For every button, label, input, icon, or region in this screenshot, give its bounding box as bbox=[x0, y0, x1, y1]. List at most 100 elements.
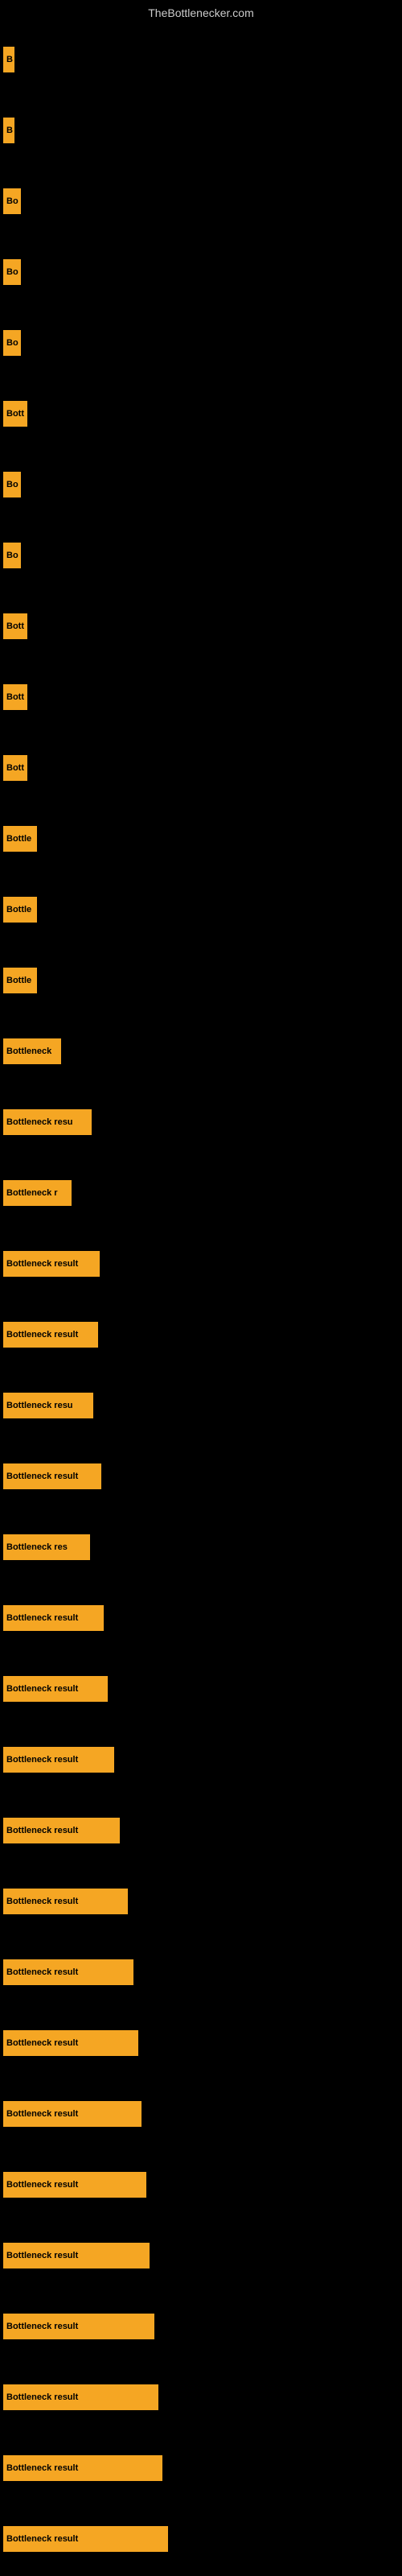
bar-item: Bott bbox=[3, 755, 27, 781]
bar-item: Bott bbox=[3, 613, 27, 639]
bar-row: Bottleneck result bbox=[3, 1299, 402, 1370]
bar-row: Bottleneck result bbox=[3, 1724, 402, 1795]
bar-label: Bo bbox=[6, 480, 18, 489]
bar-item: Bottleneck result bbox=[3, 1818, 120, 1843]
bar-item: Bo bbox=[3, 259, 21, 285]
bar-row: Bottleneck result bbox=[3, 2362, 402, 2433]
bar-label: Bottleneck result bbox=[6, 2534, 78, 2544]
bar-row: B bbox=[3, 24, 402, 95]
bar-row: Bottleneck result bbox=[3, 1937, 402, 2008]
bar-label: Bottleneck resu bbox=[6, 1117, 73, 1127]
bar-item: Bottle bbox=[3, 826, 37, 852]
bar-item: Bottleneck resu bbox=[3, 1109, 92, 1135]
bar-label: Bo bbox=[6, 338, 18, 348]
bar-label: Bottleneck result bbox=[6, 1684, 78, 1694]
bar-label: Bottleneck result bbox=[6, 2392, 78, 2402]
bar-row: Bottleneck result bbox=[3, 2291, 402, 2362]
bar-row: Bottleneck result bbox=[3, 1653, 402, 1724]
bar-row: Bottleneck result bbox=[3, 2079, 402, 2149]
bar-item: Bottleneck result bbox=[3, 2172, 146, 2198]
bar-label: Bott bbox=[6, 621, 24, 631]
bar-row: Bott bbox=[3, 378, 402, 449]
bar-row: Bottleneck result bbox=[3, 2504, 402, 2574]
bar-item: Bottle bbox=[3, 897, 37, 923]
bar-item: Bottleneck result bbox=[3, 1251, 100, 1277]
bar-item: Bottleneck result bbox=[3, 1463, 101, 1489]
bar-item: Bottleneck result bbox=[3, 2101, 142, 2127]
bar-label: Bottleneck result bbox=[6, 1967, 78, 1977]
bar-label: B bbox=[6, 55, 13, 64]
bar-row: Bottleneck result bbox=[3, 1441, 402, 1512]
bar-label: Bottleneck result bbox=[6, 1755, 78, 1765]
bar-row: Bo bbox=[3, 237, 402, 308]
bar-row: Bo bbox=[3, 166, 402, 237]
bar-label: Bottleneck result bbox=[6, 1826, 78, 1835]
bar-item: B bbox=[3, 47, 14, 72]
bar-item: Bottleneck bbox=[3, 1038, 61, 1064]
bar-label: Bottleneck result bbox=[6, 2038, 78, 2048]
bar-label: Bottle bbox=[6, 834, 31, 844]
bar-row: Bottleneck result bbox=[3, 2008, 402, 2079]
bar-label: Bottleneck result bbox=[6, 2251, 78, 2260]
bar-row: Bott bbox=[3, 733, 402, 803]
bar-item: Bottleneck result bbox=[3, 2314, 154, 2339]
bar-item: B bbox=[3, 118, 14, 143]
bar-label: Bottleneck resu bbox=[6, 1401, 73, 1410]
bar-row: Bottle bbox=[3, 874, 402, 945]
bar-item: Bottleneck r bbox=[3, 1180, 72, 1206]
bar-label: Bottleneck bbox=[6, 1046, 51, 1056]
bar-item: Bottleneck resu bbox=[3, 1393, 93, 1418]
bar-item: Bottleneck result bbox=[3, 1322, 98, 1348]
bar-row: Bo bbox=[3, 520, 402, 591]
bar-row: Bottleneck bbox=[3, 1016, 402, 1087]
bar-label: Bottleneck result bbox=[6, 1613, 78, 1623]
bar-row: Bottleneck r bbox=[3, 1158, 402, 1228]
bar-label: Bott bbox=[6, 692, 24, 702]
bar-item: Bottleneck result bbox=[3, 1959, 133, 1985]
bar-label: Bottleneck res bbox=[6, 1542, 68, 1552]
bar-item: Bottleneck result bbox=[3, 2030, 138, 2056]
bar-item: Bottleneck result bbox=[3, 1889, 128, 1914]
bar-label: Bottleneck result bbox=[6, 2463, 78, 2473]
bar-item: Bottleneck result bbox=[3, 2384, 158, 2410]
bar-label: Bottleneck result bbox=[6, 1472, 78, 1481]
bar-row: Bo bbox=[3, 449, 402, 520]
bar-row: Bott bbox=[3, 662, 402, 733]
bar-item: Bo bbox=[3, 330, 21, 356]
bar-label: Bottleneck result bbox=[6, 2180, 78, 2190]
bar-item: Bo bbox=[3, 472, 21, 497]
bar-row: Bottleneck res bbox=[3, 1512, 402, 1583]
bar-item: Bottleneck result bbox=[3, 1676, 108, 1702]
bar-label: Bo bbox=[6, 196, 18, 206]
bar-label: Bottleneck result bbox=[6, 1259, 78, 1269]
bar-item: Bottle bbox=[3, 968, 37, 993]
bar-row: Bottleneck result bbox=[3, 2149, 402, 2220]
bar-row: Bo bbox=[3, 308, 402, 378]
bar-row: B bbox=[3, 95, 402, 166]
bar-row: Bott bbox=[3, 591, 402, 662]
bar-label: Bott bbox=[6, 763, 24, 773]
bar-row: Bottleneck result bbox=[3, 1228, 402, 1299]
bar-row: Bottle bbox=[3, 945, 402, 1016]
bar-label: Bottleneck result bbox=[6, 2109, 78, 2119]
bar-row: Bottleneck result bbox=[3, 2220, 402, 2291]
bar-item: Bo bbox=[3, 543, 21, 568]
bar-row: Bottleneck result bbox=[3, 1795, 402, 1866]
bar-item: Bo bbox=[3, 188, 21, 214]
bar-label: Bo bbox=[6, 551, 18, 560]
bar-item: Bottleneck result bbox=[3, 1747, 114, 1773]
bar-row: Bottleneck resu bbox=[3, 1370, 402, 1441]
bars-container: B B Bo Bo Bo Bott Bo Bo Bott Bott Bott Bottle Bottle… bbox=[0, 24, 402, 2574]
bar-item: Bottleneck result bbox=[3, 2455, 162, 2481]
bar-item: Bottleneck res bbox=[3, 1534, 90, 1560]
bar-label: Bo bbox=[6, 267, 18, 277]
bar-label: Bottle bbox=[6, 905, 31, 914]
bar-label: Bottleneck result bbox=[6, 2322, 78, 2331]
bar-label: Bottleneck result bbox=[6, 1897, 78, 1906]
bar-label: Bottleneck r bbox=[6, 1188, 58, 1198]
bar-item: Bott bbox=[3, 684, 27, 710]
bar-label: B bbox=[6, 126, 13, 135]
bar-row: Bottleneck result bbox=[3, 1866, 402, 1937]
bar-item: Bottleneck result bbox=[3, 1605, 104, 1631]
bar-label: Bott bbox=[6, 409, 24, 419]
